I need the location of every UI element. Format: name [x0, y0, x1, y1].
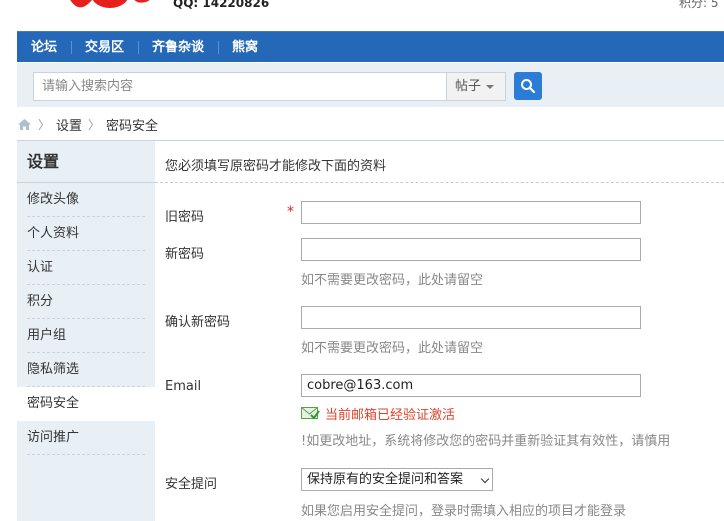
new-password-label: 新密码 [165, 247, 205, 262]
breadcrumb-settings[interactable]: 设置 [56, 115, 82, 134]
site-header: QQ: 14220826 积分: 5 [0, 0, 724, 30]
settings-sidebar: 设置 修改头像 个人资料 认证 积分 用户组 隐私筛选 密码安全 访问推广 [17, 140, 155, 521]
nav-item-trade[interactable]: 交易区 [71, 32, 138, 63]
breadcrumb-separator: 〉 [88, 117, 101, 132]
nav-item-qilu-talk[interactable]: 齐鲁杂谈 [138, 32, 218, 63]
home-icon[interactable] [17, 118, 32, 131]
email-hint: !如更改地址，系统将修改您的密码并重新验证其有效性，请慎用 [301, 434, 671, 449]
confirm-password-label: 确认新密码 [165, 315, 231, 330]
search-bar: 帖子 [17, 63, 724, 107]
form-notice: 您必须填写原密码才能修改下面的资料 [165, 159, 387, 174]
sidebar-item-points[interactable]: 积分 [27, 285, 145, 319]
sidebar-item-password-security[interactable]: 密码安全 [17, 387, 155, 421]
breadcrumb-separator: 〉 [38, 117, 51, 132]
old-password-field[interactable] [301, 201, 641, 224]
email-label: Email [165, 379, 202, 394]
security-question-value: 保持原有的安全提问和答案 [307, 472, 464, 487]
search-type-label: 帖子 [455, 79, 482, 94]
nav-item-forum[interactable]: 论坛 [17, 32, 71, 63]
sidebar-item-avatar[interactable]: 修改头像 [27, 183, 145, 217]
breadcrumb-password-security[interactable]: 密码安全 [106, 115, 158, 134]
required-mark: * [287, 204, 294, 220]
sidebar-item-usergroup[interactable]: 用户组 [27, 319, 145, 353]
email-field[interactable] [301, 374, 641, 397]
breadcrumb: 〉 设置 〉 密码安全 [17, 112, 158, 136]
confirm-password-hint: 如不需要更改密码，此处请留空 [301, 341, 484, 356]
main-nav: 论坛 交易区 齐鲁杂谈 熊窝 [17, 31, 724, 62]
chevron-down-icon [480, 474, 490, 484]
security-question-hint: 如果您启用安全提问，登录时需填入相应的项目才能登录 [301, 504, 627, 519]
old-password-label: 旧密码 [165, 210, 205, 225]
sidebar-item-privacy[interactable]: 隐私筛选 [27, 353, 145, 387]
email-verified-status: 当前邮箱已经验证激活 [301, 404, 455, 423]
sidebar-title: 设置 [17, 141, 155, 183]
search-input[interactable] [33, 72, 446, 101]
nav-item-bear-den[interactable]: 熊窝 [218, 32, 272, 63]
email-verified-text: 当前邮箱已经验证激活 [325, 408, 456, 423]
security-question-label: 安全提问 [165, 477, 218, 492]
verified-mail-icon [301, 407, 320, 420]
security-question-select[interactable]: 保持原有的安全提问和答案 [301, 468, 493, 491]
password-form: 您必须填写原密码才能修改下面的资料 旧密码 * 新密码 如不需要更改密码，此处请… [155, 140, 724, 521]
search-type-select[interactable]: 帖子 [446, 72, 506, 101]
site-logo[interactable] [60, 0, 160, 16]
sidebar-menu: 修改头像 个人资料 认证 积分 用户组 隐私筛选 密码安全 访问推广 [17, 183, 155, 455]
sidebar-item-profile[interactable]: 个人资料 [27, 217, 145, 251]
sidebar-item-promotion[interactable]: 访问推广 [27, 421, 145, 455]
new-password-hint: 如不需要更改密码，此处请留空 [301, 273, 484, 288]
sidebar-item-verification[interactable]: 认证 [27, 251, 145, 285]
search-button[interactable] [514, 72, 542, 100]
new-password-field[interactable] [301, 238, 641, 261]
chevron-down-icon [486, 84, 495, 89]
qq-number: QQ: 14220826 [173, 0, 270, 10]
divider [155, 182, 724, 183]
user-points[interactable]: 积分: 5 [679, 0, 719, 11]
confirm-password-field[interactable] [301, 306, 641, 329]
search-icon [521, 79, 536, 94]
